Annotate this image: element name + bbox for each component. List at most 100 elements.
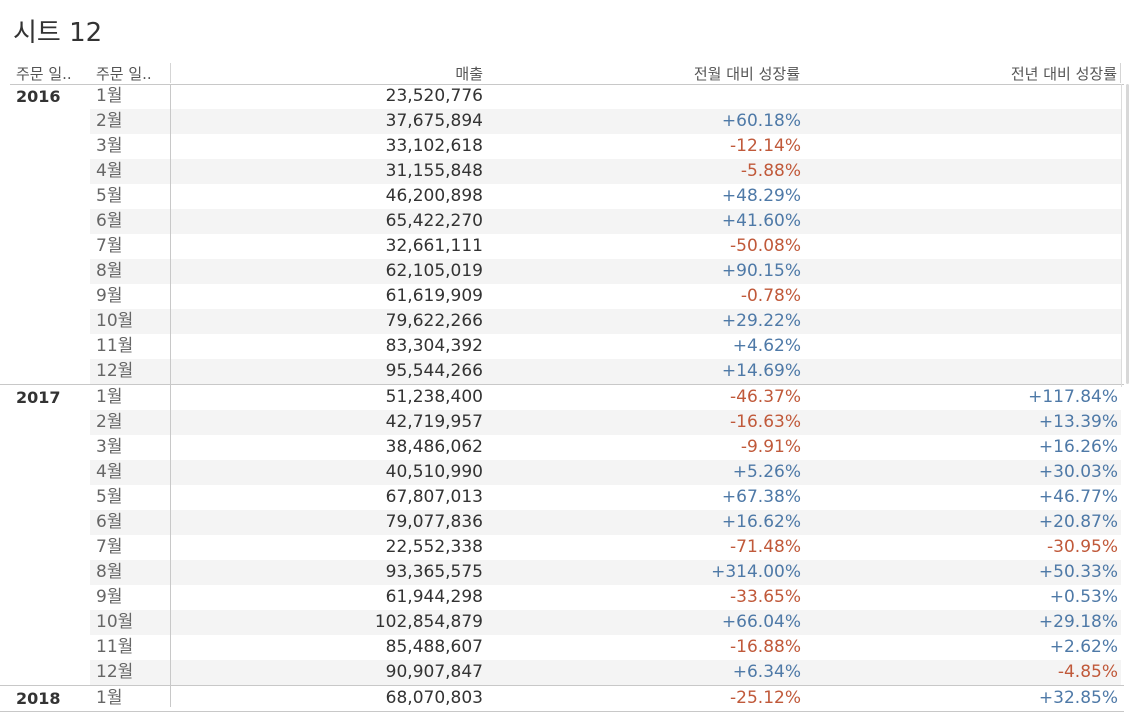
table-row[interactable]: 2월 42,719,957 -16.63% +13.39%: [0, 410, 1124, 435]
table-row[interactable]: 6월 65,422,270 +41.60%: [0, 209, 1124, 234]
table-row[interactable]: 4월 31,155,848 -5.88%: [0, 159, 1124, 184]
header-divider: [170, 63, 171, 83]
mom-growth-cell: +48.29%: [721, 186, 801, 206]
mom-growth-cell: -16.63%: [730, 412, 801, 432]
table-header: 주문 일.. 주문 일.. 매출 전월 대비 성장률 전년 대비 성장률: [10, 62, 1124, 85]
month-cell: 4월: [96, 161, 123, 181]
header-mom-growth[interactable]: 전월 대비 성장률: [483, 63, 800, 84]
table-row[interactable]: 9월 61,944,298 -33.65% +0.53%: [0, 585, 1124, 610]
month-cell: 1월: [96, 86, 123, 106]
table-row[interactable]: 11월 83,304,392 +4.62%: [0, 334, 1124, 359]
table-row[interactable]: 7월 32,661,111 -50.08%: [0, 234, 1124, 259]
table-row[interactable]: 10월 79,622,266 +29.22%: [0, 309, 1124, 334]
month-cell: 5월: [96, 186, 123, 206]
month-cell: 7월: [96, 537, 123, 557]
header-order-date-year[interactable]: 주문 일..: [16, 63, 94, 84]
table-row[interactable]: 11월 85,488,607 -16.88% +2.62%: [0, 635, 1124, 660]
table-row[interactable]: 1월 51,238,400 -46.37% +117.84%: [0, 385, 1124, 410]
month-cell: 5월: [96, 487, 123, 507]
sales-cell: 51,238,400: [385, 387, 483, 407]
table-row[interactable]: 8월 93,365,575 +314.00% +50.33%: [0, 560, 1124, 585]
table-row[interactable]: 5월 46,200,898 +48.29%: [0, 184, 1124, 209]
sales-cell: 37,675,894: [385, 111, 483, 131]
sales-cell: 90,907,847: [385, 662, 483, 682]
sales-cell: 95,544,266: [385, 361, 483, 381]
month-cell: 3월: [96, 136, 123, 156]
mom-growth-cell: +41.60%: [721, 211, 801, 231]
header-order-date-month[interactable]: 주문 일..: [96, 63, 172, 84]
sheet-title: 시트 12: [13, 18, 103, 48]
yoy-growth-cell: +46.77%: [1038, 487, 1118, 507]
yoy-growth-cell: +30.03%: [1038, 462, 1118, 482]
table-row[interactable]: 10월 102,854,879 +66.04% +29.18%: [0, 610, 1124, 635]
sales-cell: 23,520,776: [385, 86, 483, 106]
mom-growth-cell: +5.26%: [732, 462, 801, 482]
sales-cell: 79,622,266: [385, 311, 483, 331]
table-row[interactable]: 1월 68,070,803 -25.12% +32.85%: [0, 686, 1124, 711]
table-row[interactable]: 5월 67,807,013 +67.38% +46.77%: [0, 485, 1124, 510]
mom-growth-cell: +4.62%: [732, 336, 801, 356]
table-row[interactable]: 2월 37,675,894 +60.18%: [0, 109, 1124, 134]
month-cell: 12월: [96, 662, 134, 682]
yoy-growth-cell: +13.39%: [1038, 412, 1118, 432]
yoy-growth-cell: -4.85%: [1057, 662, 1118, 682]
table-row[interactable]: 4월 40,510,990 +5.26% +30.03%: [0, 460, 1124, 485]
sales-cell: 93,365,575: [385, 562, 483, 582]
sales-cell: 31,155,848: [385, 161, 483, 181]
mom-growth-cell: +29.22%: [721, 311, 801, 331]
yoy-growth-cell: -30.95%: [1047, 537, 1118, 557]
mom-growth-cell: -0.78%: [740, 286, 801, 306]
month-cell: 4월: [96, 462, 123, 482]
table-row[interactable]: 3월 33,102,618 -12.14%: [0, 134, 1124, 159]
yoy-growth-cell: +0.53%: [1049, 587, 1118, 607]
column-divider: [1121, 84, 1122, 387]
vertical-scrollbar[interactable]: [1126, 84, 1129, 384]
table-row[interactable]: 12월 90,907,847 +6.34% -4.85%: [0, 660, 1124, 685]
mom-growth-cell: +6.34%: [732, 662, 801, 682]
month-cell: 10월: [96, 612, 134, 632]
sales-cell: 33,102,618: [385, 136, 483, 156]
month-cell: 2월: [96, 111, 123, 131]
table-row[interactable]: 8월 62,105,019 +90.15%: [0, 259, 1124, 284]
sales-cell: 68,070,803: [385, 688, 483, 708]
sales-cell: 83,304,392: [385, 336, 483, 356]
mom-growth-cell: +314.00%: [711, 562, 801, 582]
mom-growth-cell: -5.88%: [740, 161, 801, 181]
table-row[interactable]: 3월 38,486,062 -9.91% +16.26%: [0, 435, 1124, 460]
table-row[interactable]: 12월 95,544,266 +14.69%: [0, 359, 1124, 384]
sales-cell: 61,619,909: [385, 286, 483, 306]
table-row[interactable]: 6월 79,077,836 +16.62% +20.87%: [0, 510, 1124, 535]
yoy-growth-cell: +16.26%: [1038, 437, 1118, 457]
sales-cell: 46,200,898: [385, 186, 483, 206]
month-cell: 6월: [96, 512, 123, 532]
sales-cell: 38,486,062: [385, 437, 483, 457]
table-row[interactable]: 1월 23,520,776: [0, 84, 1124, 109]
yoy-growth-cell: +29.18%: [1038, 612, 1118, 632]
mom-growth-cell: +14.69%: [721, 361, 801, 381]
mom-growth-cell: -25.12%: [730, 688, 801, 708]
sales-cell: 22,552,338: [385, 537, 483, 557]
month-cell: 9월: [96, 286, 123, 306]
yoy-growth-cell: +117.84%: [1028, 387, 1118, 407]
month-cell: 8월: [96, 562, 123, 582]
sales-cell: 102,854,879: [374, 612, 483, 632]
mom-growth-cell: -71.48%: [730, 537, 801, 557]
year-group: 2017 1월 51,238,400 -46.37% +117.84% 2월 42,719,…: [0, 385, 1124, 686]
month-cell: 1월: [96, 688, 123, 708]
table-row[interactable]: 7월 22,552,338 -71.48% -30.95%: [0, 535, 1124, 560]
month-cell: 10월: [96, 311, 134, 331]
header-yoy-growth[interactable]: 전년 대비 성장률: [800, 63, 1117, 84]
mom-growth-cell: -12.14%: [730, 136, 801, 156]
mom-growth-cell: -9.91%: [740, 437, 801, 457]
month-cell: 3월: [96, 437, 123, 457]
sales-cell: 32,661,111: [385, 236, 483, 256]
table-row[interactable]: 9월 61,619,909 -0.78%: [0, 284, 1124, 309]
month-cell: 8월: [96, 261, 123, 281]
mom-growth-cell: -46.37%: [730, 387, 801, 407]
header-sales[interactable]: 매출: [172, 63, 483, 84]
month-cell: 2월: [96, 412, 123, 432]
sales-cell: 67,807,013: [385, 487, 483, 507]
month-cell: 7월: [96, 236, 123, 256]
sales-cell: 62,105,019: [385, 261, 483, 281]
month-cell: 11월: [96, 637, 134, 657]
